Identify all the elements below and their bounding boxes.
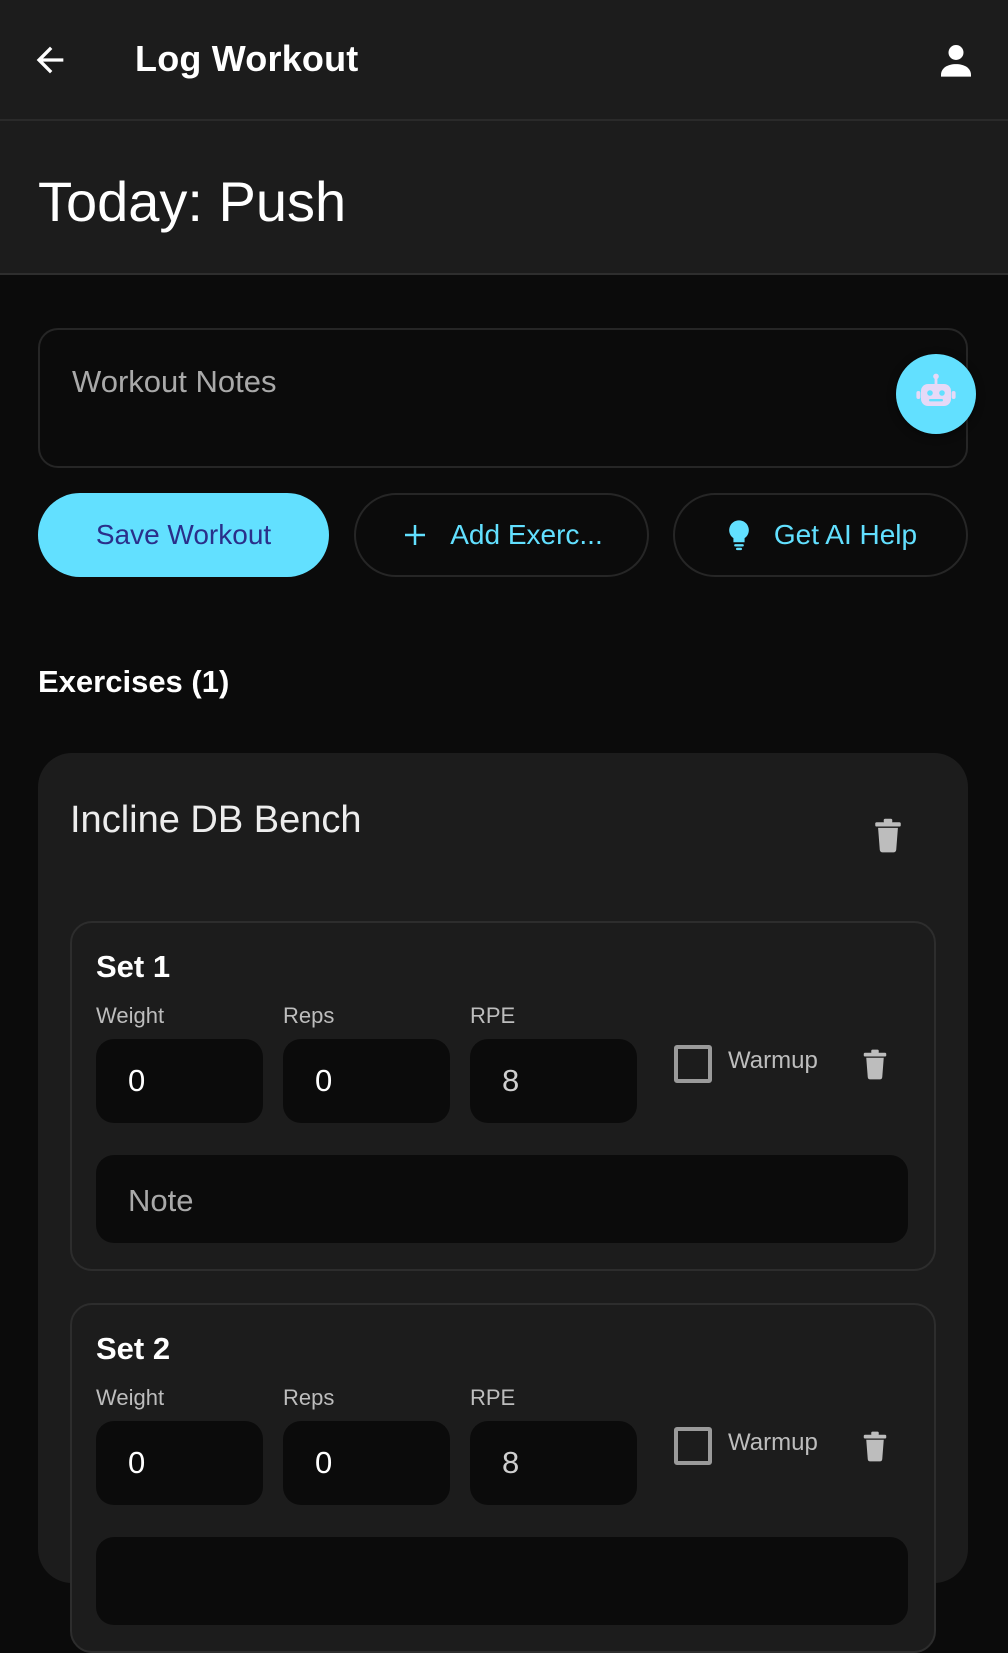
reps-value: 0 xyxy=(315,1445,333,1480)
reps-label: Reps xyxy=(283,1003,335,1028)
reps-value: 0 xyxy=(315,1063,333,1098)
profile-button[interactable] xyxy=(928,32,984,88)
rpe-label: RPE xyxy=(470,1385,516,1410)
rpe-input[interactable]: 8 xyxy=(470,1421,637,1505)
weight-label: Weight xyxy=(96,1003,165,1028)
warmup-checkbox[interactable] xyxy=(674,1045,712,1083)
set-note-placeholder: Note xyxy=(128,1183,194,1218)
exercise-card: Incline DB Bench Set 1 Weight Reps RPE 0… xyxy=(38,753,968,1653)
workout-notes-input[interactable]: Workout Notes xyxy=(38,328,968,468)
add-exercise-label: Add Exerc... xyxy=(450,519,603,550)
set-card: Set 2 Weight Reps RPE 0 0 8 Warmup xyxy=(70,1303,936,1653)
get-ai-help-label: Get AI Help xyxy=(773,519,918,550)
set-card: Set 1 Weight Reps RPE 0 0 8 Warmup Note xyxy=(70,921,936,1271)
trash-icon xyxy=(875,818,901,853)
set-title: Set 1 xyxy=(96,949,171,984)
arrow-left-icon xyxy=(36,46,64,74)
exercises-section-title: Exercises (1) xyxy=(38,664,230,699)
user-icon xyxy=(941,45,971,77)
workout-notes-placeholder: Workout Notes xyxy=(72,364,277,399)
set-title: Set 2 xyxy=(96,1331,171,1366)
rpe-label: RPE xyxy=(470,1003,516,1028)
save-workout-button[interactable]: Save Workout xyxy=(38,493,329,577)
rpe-value: 8 xyxy=(502,1445,520,1480)
delete-set-button[interactable] xyxy=(854,1425,896,1467)
app-bar-title: Log Workout xyxy=(135,38,359,79)
warmup-label: Warmup xyxy=(728,1429,818,1456)
workout-header: Today: Push xyxy=(0,121,1008,275)
set-note-input[interactable]: Note xyxy=(96,1155,908,1243)
trash-icon xyxy=(863,1049,887,1080)
back-button[interactable] xyxy=(22,32,78,88)
add-exercise-button[interactable]: Add Exerc... xyxy=(354,493,649,577)
delete-set-button[interactable] xyxy=(854,1043,896,1085)
ai-assistant-button[interactable] xyxy=(896,354,976,434)
weight-value: 0 xyxy=(128,1445,146,1480)
reps-input[interactable]: 0 xyxy=(283,1421,450,1505)
rpe-input[interactable]: 8 xyxy=(470,1039,637,1123)
warmup-label: Warmup xyxy=(728,1047,818,1074)
get-ai-help-button[interactable]: Get AI Help xyxy=(673,493,968,577)
page-title: Today: Push xyxy=(38,170,347,233)
robot-icon xyxy=(916,373,956,406)
reps-label: Reps xyxy=(283,1385,335,1410)
lightbulb-icon xyxy=(724,518,754,552)
set-note-input[interactable] xyxy=(96,1537,908,1625)
weight-input[interactable]: 0 xyxy=(96,1039,263,1123)
warmup-checkbox[interactable] xyxy=(674,1427,712,1465)
trash-icon xyxy=(863,1431,887,1462)
delete-exercise-button[interactable] xyxy=(864,811,912,859)
app-bar: Log Workout xyxy=(0,0,1008,121)
weight-input[interactable]: 0 xyxy=(96,1421,263,1505)
weight-value: 0 xyxy=(128,1063,146,1098)
plus-icon xyxy=(400,520,430,550)
rpe-value: 8 xyxy=(502,1063,520,1098)
save-workout-label: Save Workout xyxy=(95,519,272,550)
weight-label: Weight xyxy=(96,1385,165,1410)
reps-input[interactable]: 0 xyxy=(283,1039,450,1123)
exercise-name: Incline DB Bench xyxy=(70,799,362,841)
